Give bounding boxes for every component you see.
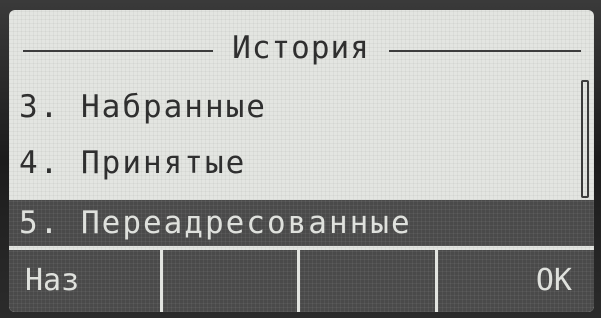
title-divider-right bbox=[389, 50, 581, 52]
phone-bezel: История 3. Набранные 4. Принятые 5. Пере… bbox=[0, 0, 601, 318]
page-title: История bbox=[232, 30, 370, 66]
title-divider-left bbox=[23, 50, 213, 52]
scrollbar[interactable] bbox=[581, 80, 589, 198]
title-bar: История bbox=[9, 28, 594, 68]
softkey-2-button[interactable] bbox=[162, 250, 297, 312]
softkey-3-button[interactable] bbox=[300, 250, 435, 312]
menu-item-dialed[interactable]: 3. Набранные bbox=[9, 82, 574, 132]
lcd-screen: История 3. Набранные 4. Принятые 5. Пере… bbox=[9, 10, 594, 312]
softkey-ok-button[interactable]: OK bbox=[437, 250, 595, 312]
softkey-back-button[interactable]: Наз bbox=[9, 250, 160, 312]
softkey-bar: Наз OK bbox=[9, 250, 594, 312]
menu-item-received[interactable]: 4. Принятые bbox=[9, 138, 574, 188]
menu-item-forwarded[interactable]: 5. Переадресованные bbox=[9, 200, 594, 246]
